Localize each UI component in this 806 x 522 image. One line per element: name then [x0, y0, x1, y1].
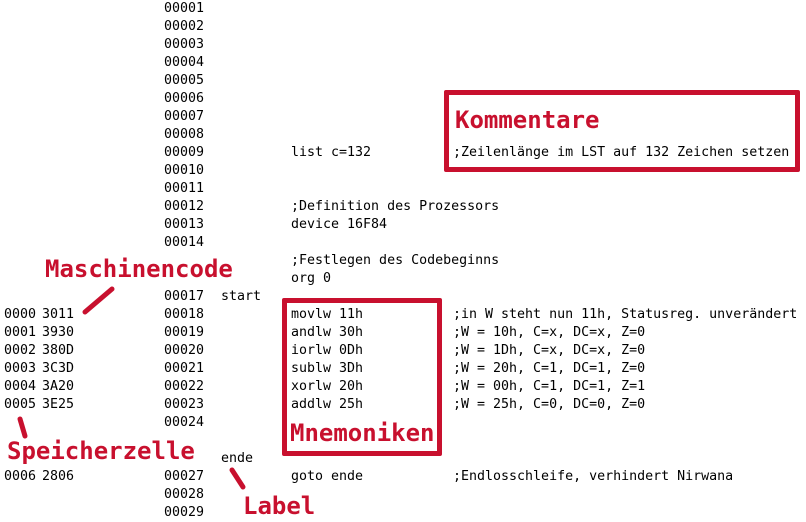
listing-row: 00004 [0, 54, 806, 72]
line-number-cell: 00028 [164, 487, 205, 502]
comment-cell: ;W = 25h, C=0, DC=0, Z=0 [453, 397, 646, 412]
machine-code-cell: 380D [42, 343, 75, 358]
line-number-cell: 00029 [164, 505, 205, 520]
maschinencode-annotation: Maschinencode [45, 255, 233, 283]
listing-row: 00002 [0, 18, 806, 36]
label-annotation: Label [243, 492, 316, 520]
line-number-cell: 00014 [164, 235, 205, 250]
instruction-cell: goto ende [291, 469, 364, 484]
machine-code-cell: 3011 [42, 307, 75, 322]
speicherzelle-annotation: Speicherzelle [7, 437, 195, 465]
line-number-cell: 00005 [164, 73, 205, 88]
machine-code-cell: 3C3D [42, 361, 75, 376]
machine-code-cell: 3E25 [42, 397, 75, 412]
line-number-cell: 00022 [164, 379, 205, 394]
line-number-cell: 00006 [164, 91, 205, 106]
listing-row: 0006 2806 00027 goto ende ;Endlosschleife, v… [0, 468, 806, 486]
comment-cell: ;W = 20h, C=1, DC=1, Z=0 [453, 361, 646, 376]
listing-row: 00003 [0, 36, 806, 54]
listing-row: 00012 ;Definition des Prozessors [0, 198, 806, 216]
line-number-cell: 00012 [164, 199, 205, 214]
comment-cell: ;W = 10h, C=x, DC=x, Z=0 [453, 325, 646, 340]
address-cell: 0002 [4, 343, 37, 358]
line-number-cell: 00023 [164, 397, 205, 412]
instruction-cell: org 0 [291, 271, 332, 286]
machine-code-cell: 3930 [42, 325, 75, 340]
line-number-cell: 00008 [164, 127, 205, 142]
listing-row: 00014 [0, 234, 806, 252]
address-cell: 0006 [4, 469, 37, 484]
line-number-cell: 00017 [164, 289, 205, 304]
line-number-cell: 00019 [164, 325, 205, 340]
machine-code-cell: 2806 [42, 469, 75, 484]
comment-cell: ;W = 1Dh, C=x, DC=x, Z=0 [453, 343, 646, 358]
instruction-cell: device 16F84 [291, 217, 388, 232]
line-number-cell: 00018 [164, 307, 205, 322]
line-number-cell: 00021 [164, 361, 205, 376]
instruction-cell: list c=132 [291, 145, 372, 160]
machine-code-cell: 3A20 [42, 379, 75, 394]
comment-cell: ;in W steht nun 11h, Statusreg. unveränd… [453, 307, 798, 322]
comment-cell: ;Endlosschleife, verhindert Nirwana [453, 469, 734, 484]
line-number-cell: 00011 [164, 181, 205, 196]
mnemoniken-annotation: Mnemoniken [290, 419, 435, 447]
label-cell: ende [221, 451, 254, 466]
instruction-cell: ;Festlegen des Codebeginns [291, 253, 500, 268]
line-number-cell: 00009 [164, 145, 205, 160]
line-number-cell: 00013 [164, 217, 205, 232]
line-number-cell: 00024 [164, 415, 205, 430]
listing-row: 00011 [0, 180, 806, 198]
line-number-cell: 00004 [164, 55, 205, 70]
listing-row: 00013 device 16F84 [0, 216, 806, 234]
listing-row: 00005 [0, 72, 806, 90]
address-cell: 0005 [4, 397, 37, 412]
comment-cell: ;W = 00h, C=1, DC=1, Z=1 [453, 379, 646, 394]
line-number-cell: 00027 [164, 469, 205, 484]
line-number-cell: 00002 [164, 19, 205, 34]
line-number-cell: 00020 [164, 343, 205, 358]
label-cell: start [221, 289, 262, 304]
address-cell: 0000 [4, 307, 37, 322]
instruction-cell: ;Definition des Prozessors [291, 199, 500, 214]
line-number-cell: 00001 [164, 1, 205, 16]
address-cell: 0004 [4, 379, 37, 394]
listing-row: 00028 [0, 486, 806, 504]
address-cell: 0003 [4, 361, 37, 376]
line-number-cell: 00007 [164, 109, 205, 124]
line-number-cell: 00003 [164, 37, 205, 52]
kommentare-annotation: Kommentare [455, 106, 600, 134]
listing-row: 00001 [0, 0, 806, 18]
address-cell: 0001 [4, 325, 37, 340]
listing-row: 00029 [0, 504, 806, 522]
line-number-cell: 00010 [164, 163, 205, 178]
